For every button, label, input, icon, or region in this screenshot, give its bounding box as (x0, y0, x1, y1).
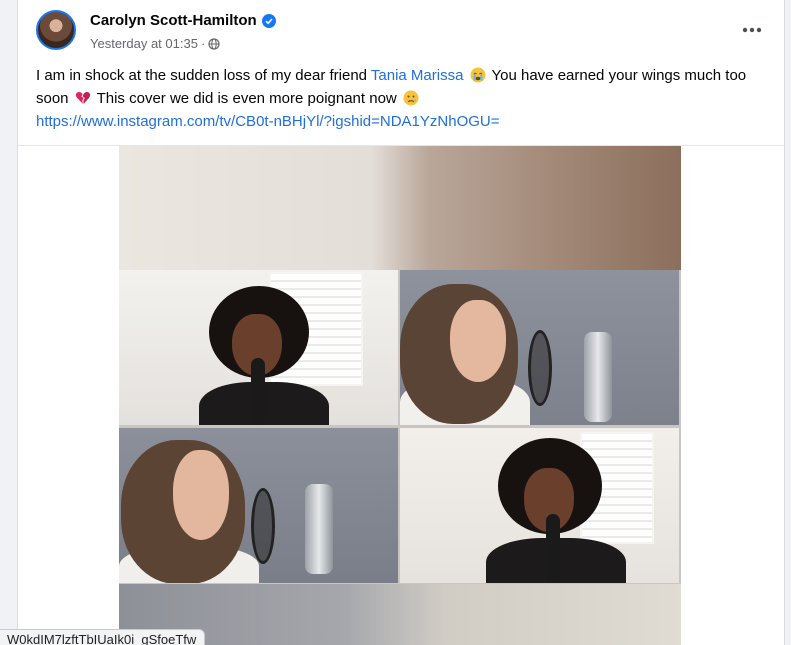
broken-heart-emoji-icon (75, 90, 91, 106)
post-timestamp[interactable]: Yesterday at 01:35 (90, 36, 198, 51)
mention-tania-marissa[interactable]: Tania Marissa (371, 67, 464, 84)
video-tile-bottom-left (119, 428, 398, 583)
instagram-link[interactable]: https://www.instagram.com/tv/CB0t-nBHjYl… (36, 113, 500, 130)
handheld-microphone (251, 358, 265, 425)
author-line: Carolyn Scott-Hamilton (90, 12, 276, 29)
more-options-icon (742, 27, 762, 33)
studio-microphone (305, 484, 333, 574)
sad-tear-emoji-icon (403, 90, 419, 106)
studio-microphone (584, 332, 612, 422)
author-avatar[interactable] (36, 10, 76, 50)
post-message: I am in shock at the sudden loss of my d… (36, 64, 766, 133)
pop-filter (528, 330, 552, 406)
video-tile-bottom-right (400, 428, 679, 583)
message-text-1: I am in shock at the sudden loss of my d… (36, 67, 371, 84)
globe-icon (208, 37, 220, 50)
meta-separator: · (200, 36, 206, 51)
singer-face (450, 300, 506, 382)
message-text-3: This cover we did is even more poignant … (92, 90, 401, 107)
post-meta: Yesterday at 01:35 · (90, 36, 220, 51)
more-options-button[interactable] (738, 18, 766, 42)
verified-badge-icon (261, 13, 276, 28)
post-card: Carolyn Scott-Hamilton Yesterday at 01:3… (17, 0, 785, 645)
crying-face-emoji-icon (470, 67, 486, 83)
singer-face (173, 450, 229, 540)
author-name[interactable]: Carolyn Scott-Hamilton (90, 12, 257, 29)
video-tile-top-right (400, 270, 679, 425)
video-tile-top-left (119, 270, 398, 425)
blurred-background-top (119, 146, 681, 270)
video-thumbnail[interactable] (119, 146, 681, 645)
handheld-microphone (546, 514, 560, 583)
page: Carolyn Scott-Hamilton Yesterday at 01:3… (0, 0, 791, 645)
status-bar-url: W0kdIM7lzftTbIUaIk0i_gSfoeTfw (0, 629, 206, 645)
pop-filter (251, 488, 275, 564)
